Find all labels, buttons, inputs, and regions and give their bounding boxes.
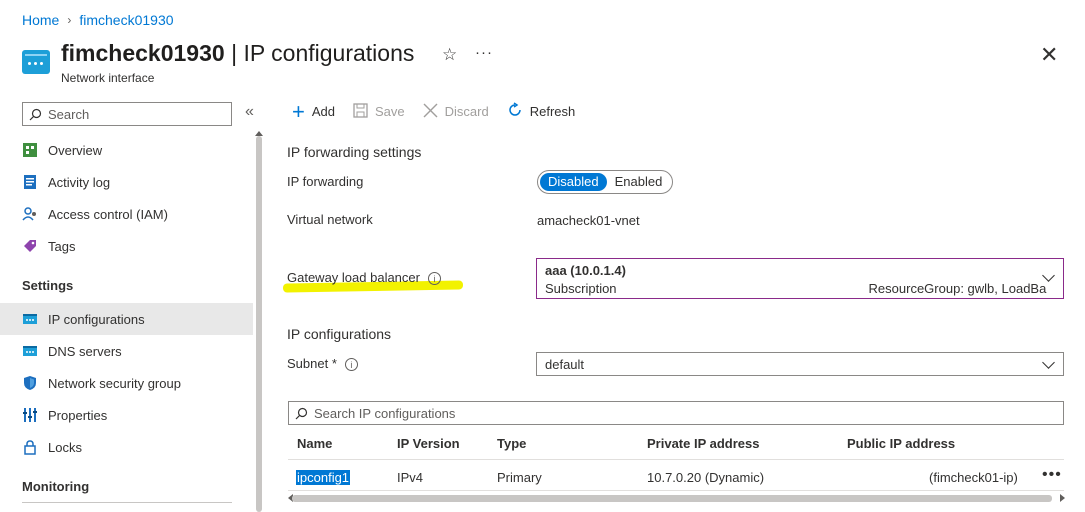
ip-forwarding-toggle[interactable]: Disabled Enabled	[537, 170, 674, 194]
shield-icon	[22, 375, 38, 391]
table-cell-name[interactable]: ipconfig1	[296, 470, 351, 485]
breadcrumb-home[interactable]: Home	[22, 12, 59, 28]
page-subtitle: Network interface	[61, 71, 155, 85]
toggle-enabled-option[interactable]: Enabled	[607, 173, 671, 191]
add-button[interactable]: + Add	[292, 98, 335, 124]
sidebar-item-ip-configurations[interactable]: IP configurations	[0, 303, 253, 335]
ip-config-icon	[22, 311, 38, 327]
table-cell-public-ip[interactable]: (fimcheck01-ip)	[929, 470, 1018, 485]
save-icon	[353, 102, 368, 121]
chevron-down-icon	[1042, 356, 1055, 369]
properties-icon	[22, 407, 38, 423]
discard-icon	[423, 103, 438, 121]
virtual-network-label: Virtual network	[287, 212, 373, 227]
table-cell-private-ip: 10.7.0.20 (Dynamic)	[647, 470, 765, 485]
row-more-options-icon[interactable]: •••	[1042, 466, 1062, 484]
sidebar-divider	[22, 502, 232, 503]
column-header-ip-version[interactable]: IP Version	[397, 436, 460, 451]
breadcrumb-current[interactable]: fimcheck01930	[79, 12, 173, 28]
gateway-details: Subscription ResourceGroup: gwlb, LoadBa	[545, 281, 1047, 296]
plus-icon: +	[292, 98, 305, 124]
subnet-dropdown[interactable]: default	[536, 352, 1064, 376]
table-cell-ip-version: IPv4	[397, 470, 424, 485]
info-icon[interactable]: i	[344, 358, 358, 372]
sidebar-search-placeholder: Search	[48, 106, 90, 122]
toolbar: + Add Save Discard Refresh	[292, 98, 575, 124]
sidebar-item-locks[interactable]: Locks	[0, 431, 253, 463]
lock-icon	[22, 439, 38, 455]
sidebar-search-input[interactable]: Search	[22, 102, 232, 126]
column-header-private-ip[interactable]: Private IP address	[647, 436, 760, 451]
sidebar-item-network-security-group[interactable]: Network security group	[0, 367, 253, 399]
sidebar-item-access-control[interactable]: Access control (IAM)	[0, 198, 253, 230]
breadcrumb: Home › fimcheck01930	[22, 12, 174, 28]
close-icon[interactable]: ✕	[1040, 44, 1058, 66]
column-header-name[interactable]: Name	[297, 436, 332, 451]
sidebar-settings-heading: Settings	[22, 278, 74, 293]
sidebar-item-activity-log[interactable]: Activity log	[0, 166, 253, 198]
chevron-right-icon: ›	[67, 13, 72, 27]
info-icon[interactable]: i	[427, 272, 441, 286]
gateway-load-balancer-label: Gateway load balancer i	[287, 270, 441, 286]
iam-icon	[22, 206, 38, 222]
refresh-icon	[507, 102, 523, 121]
ip-forwarding-label: IP forwarding	[287, 174, 364, 189]
dns-icon	[22, 343, 38, 359]
virtual-network-link[interactable]: amacheck01-vnet	[537, 213, 640, 228]
page-title: fimcheck01930 | IP configurations	[61, 40, 415, 66]
toggle-disabled-option[interactable]: Disabled	[540, 173, 607, 191]
table-row-divider	[288, 490, 1064, 491]
sidebar-item-properties[interactable]: Properties	[0, 399, 253, 431]
sidebar-scrollbar[interactable]	[256, 136, 262, 512]
sidebar-item-tags[interactable]: Tags	[0, 230, 253, 262]
ip-config-search-input[interactable]: Search IP configurations	[288, 401, 1064, 425]
search-icon	[29, 108, 42, 120]
sidebar-item-dns-servers[interactable]: DNS servers	[0, 335, 253, 367]
discard-button[interactable]: Discard	[423, 103, 489, 121]
column-header-public-ip[interactable]: Public IP address	[847, 436, 955, 451]
gateway-load-balancer-dropdown[interactable]: aaa (10.0.1.4) Subscription ResourceGroup…	[536, 258, 1064, 299]
table-cell-type: Primary	[497, 470, 542, 485]
favorite-star-icon[interactable]: ☆	[442, 45, 457, 65]
table-horizontal-scrollbar[interactable]	[292, 495, 1052, 502]
network-interface-icon	[22, 50, 50, 74]
activity-log-icon	[22, 174, 38, 190]
ip-forwarding-section-title: IP forwarding settings	[287, 144, 422, 160]
collapse-sidebar-icon[interactable]: «	[245, 103, 254, 121]
subnet-label: Subnet * i	[287, 356, 358, 372]
gateway-selected-value: aaa (10.0.1.4)	[545, 263, 626, 278]
table-header-divider	[288, 459, 1064, 460]
refresh-button[interactable]: Refresh	[507, 102, 575, 121]
sidebar-item-overview[interactable]: Overview	[0, 134, 253, 166]
search-icon	[295, 407, 308, 419]
save-button[interactable]: Save	[353, 102, 405, 121]
scroll-right-arrow-icon[interactable]	[1060, 494, 1065, 502]
overview-icon	[22, 142, 38, 158]
column-header-type[interactable]: Type	[497, 436, 526, 451]
more-options-icon[interactable]: ···	[475, 44, 493, 61]
ip-configurations-section-title: IP configurations	[287, 326, 392, 342]
sidebar-monitoring-heading: Monitoring	[22, 479, 90, 494]
tag-icon	[22, 238, 38, 254]
